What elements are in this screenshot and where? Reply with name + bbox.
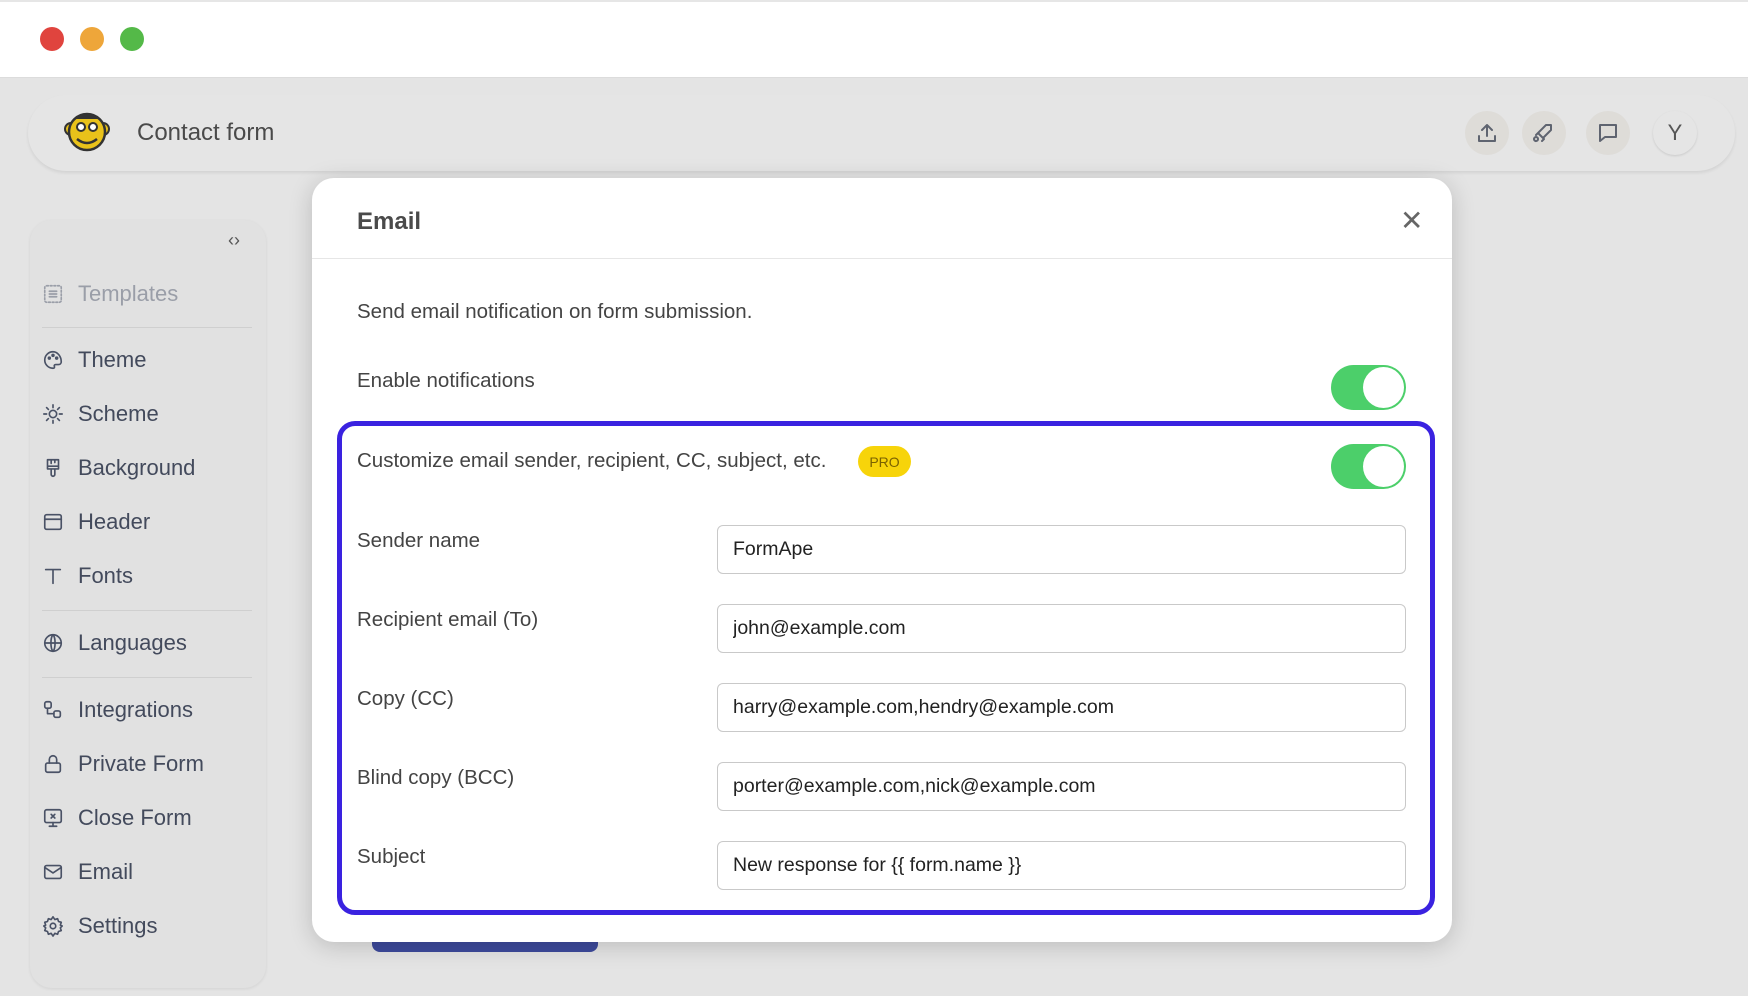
upload-icon [1478,124,1496,142]
avatar[interactable]: Y [1653,111,1697,155]
sidebar-divider [42,327,252,328]
sidebar-item-header[interactable]: Header [42,507,150,537]
sidebar-item-integrations[interactable]: Integrations [42,695,193,725]
sidebar-item-email[interactable]: Email [42,857,133,887]
customize-label: Customize email sender, recipient, CC, s… [357,449,827,472]
sidebar-divider [42,610,252,611]
sidebar-item-close-form[interactable]: Close Form [42,803,192,833]
monitor-x-icon [43,808,63,828]
chat-icon [1599,124,1617,142]
sidebar: ‹› Templates Theme Scheme Background Hea… [30,220,266,988]
templates-icon [43,284,63,304]
sidebar-item-scheme[interactable]: Scheme [42,399,159,429]
sidebar-item-fonts[interactable]: Fonts [42,561,133,591]
type-icon [44,568,62,585]
palette-icon [44,350,63,370]
window-maximize-button[interactable] [120,27,144,51]
modal-header: Email ✕ [312,178,1452,259]
sidebar-item-settings[interactable]: Settings [42,911,158,941]
brush-icon [46,458,60,478]
window-minimize-button[interactable] [80,27,104,51]
recipient-email-input[interactable] [717,604,1406,653]
cc-input[interactable] [717,683,1406,732]
sender-name-label: Sender name [357,529,481,552]
window-titlebar [0,0,1748,78]
sidebar-item-languages[interactable]: Languages [42,628,187,658]
globe-icon [43,633,63,653]
form-title: Contact form [137,119,275,146]
close-icon[interactable]: ✕ [1400,204,1423,237]
pro-badge: PRO [858,446,911,477]
sender-name-input[interactable] [717,525,1406,574]
upload-button[interactable] [1465,111,1509,155]
code-chevrons-icon[interactable]: ‹› [228,230,240,251]
subject-label: Subject [357,845,426,868]
bcc-input[interactable] [717,762,1406,811]
window-close-button[interactable] [40,27,64,51]
cc-label: Copy (CC) [357,687,454,710]
enable-notifications-toggle[interactable] [1331,365,1406,410]
sidebar-item-background[interactable]: Background [42,453,195,483]
gear-icon [43,916,63,937]
modal-title: Email [357,208,422,235]
email-modal: Email ✕ Send email notification on form … [312,178,1452,942]
header-icon [43,513,63,531]
integrations-icon [43,700,62,719]
bcc-label: Blind copy (BCC) [357,766,515,789]
mail-icon [43,864,63,880]
monkey-logo-icon [64,112,110,152]
rocket-icon [1533,124,1552,143]
app-header: Contact form Y [28,95,1735,171]
sidebar-item-theme[interactable]: Theme [42,345,146,375]
publish-button[interactable] [1522,111,1566,155]
recipient-email-label: Recipient email (To) [357,608,539,631]
sidebar-divider [42,677,252,678]
lock-icon [44,754,62,774]
modal-description: Send email notification on form submissi… [357,300,753,323]
sidebar-item-private-form[interactable]: Private Form [42,749,204,779]
enable-notifications-label: Enable notifications [357,369,535,392]
customize-toggle[interactable] [1331,444,1406,489]
sidebar-item-templates[interactable]: Templates [42,279,178,309]
sun-icon [43,404,63,424]
chat-button[interactable] [1586,111,1630,155]
subject-input[interactable] [717,841,1406,890]
